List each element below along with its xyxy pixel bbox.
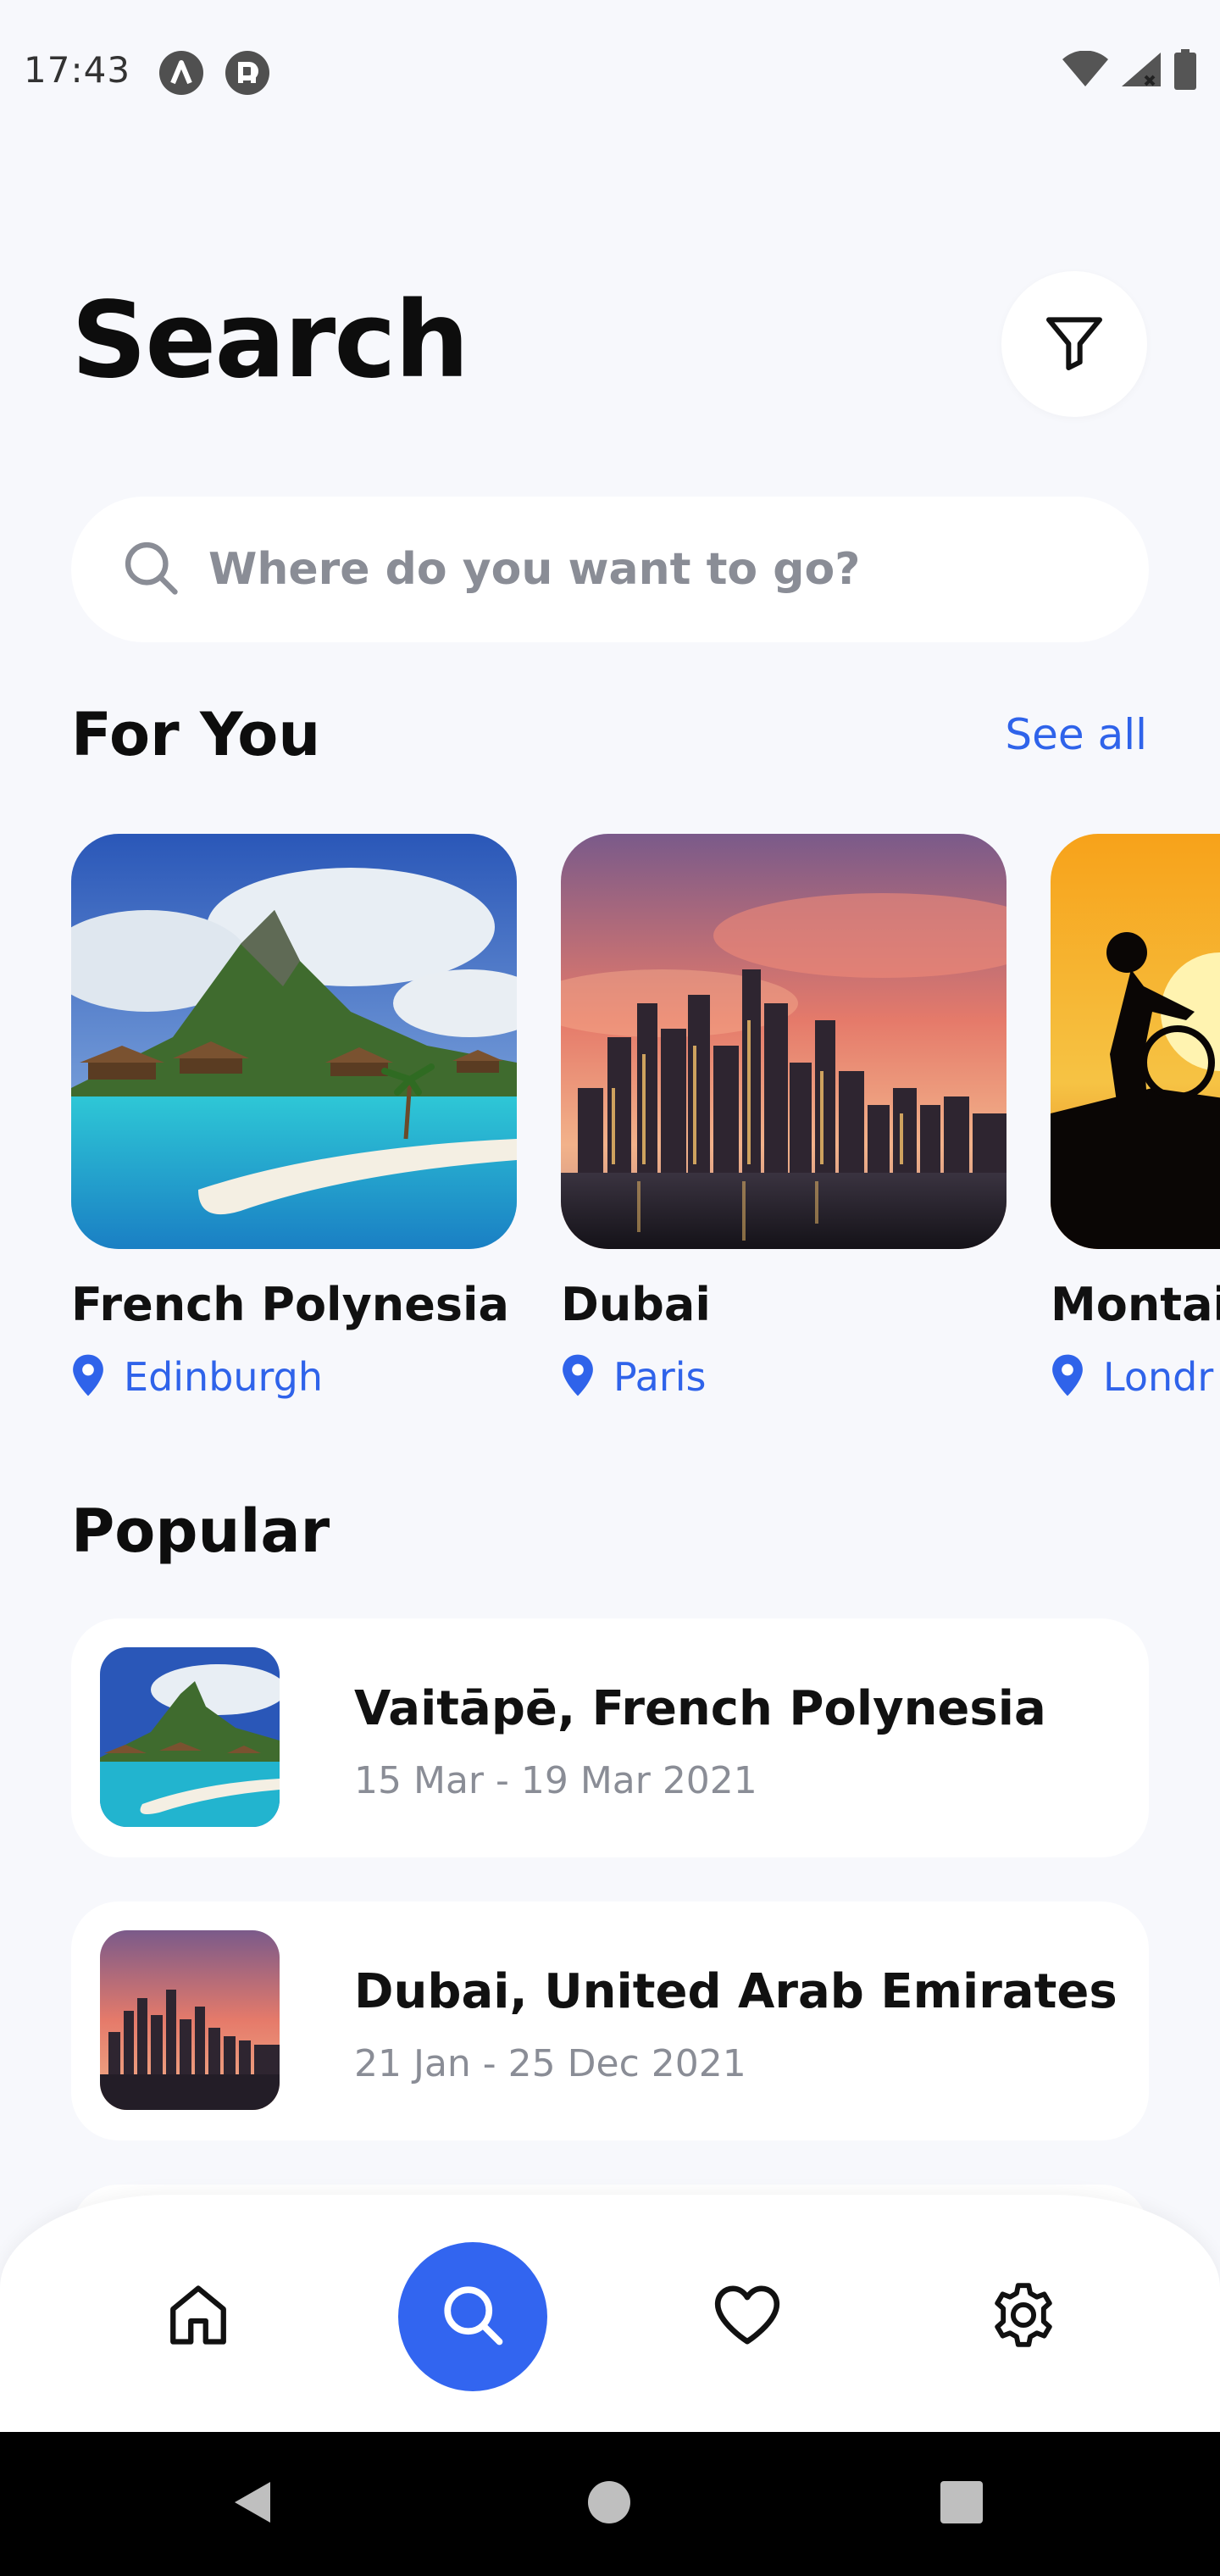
destination-card[interactable]: Dubai Paris [561, 834, 1006, 1401]
status-bar: 17:43 [0, 0, 1220, 144]
list-item-dates: 15 Mar - 19 Mar 2021 [354, 1759, 757, 1802]
search-screen: 17:43 Search For [0, 0, 1220, 2576]
popular-title: Popular [71, 1496, 330, 1566]
location-pin-icon [561, 1353, 595, 1401]
for-you-title: For You [71, 700, 321, 769]
location-pin-icon [71, 1353, 105, 1401]
list-item-title: Dubai, United Arab Emirates [354, 1964, 1117, 2019]
card-location-text: Paris [613, 1354, 707, 1400]
list-item-dates: 21 Jan - 25 Dec 2021 [354, 2042, 746, 2085]
home-system-button[interactable] [580, 2474, 639, 2534]
gear-icon [986, 2278, 1061, 2356]
wifi-icon [1062, 51, 1108, 88]
search-icon [119, 536, 183, 603]
card-location: Edinburgh [71, 1353, 517, 1401]
list-item-title: Vaitāpē, French Polynesia [354, 1681, 1046, 1736]
home-circle-icon [585, 2479, 633, 2529]
polynesia-photo [71, 834, 517, 1249]
nav-favorites-button[interactable] [673, 2242, 822, 2391]
home-icon [163, 2279, 234, 2354]
dubai-photo [100, 1930, 280, 2110]
search-bar[interactable] [71, 497, 1149, 642]
destination-card[interactable]: French Polynesia Edinburgh [71, 834, 517, 1401]
list-item[interactable]: Dubai, United Arab Emirates 21 Jan - 25 … [71, 1901, 1149, 2140]
status-time: 17:43 [24, 49, 131, 91]
nav-search-button[interactable] [398, 2242, 547, 2391]
nav-settings-button[interactable] [949, 2242, 1098, 2391]
card-location: Londr [1051, 1353, 1220, 1401]
recents-square-icon [938, 2479, 985, 2529]
search-icon [437, 2279, 508, 2354]
filter-button[interactable] [1001, 271, 1147, 417]
system-navigation-bar [0, 2432, 1220, 2576]
search-input[interactable] [208, 544, 1056, 595]
card-title: French Polynesia [71, 1278, 509, 1331]
list-item[interactable]: Vaitāpē, French Polynesia 15 Mar - 19 Ma… [71, 1618, 1149, 1857]
app-p-icon [225, 51, 269, 95]
heart-icon [710, 2278, 785, 2356]
filter-icon [1040, 308, 1108, 380]
card-location-text: Edinburgh [124, 1354, 324, 1400]
destination-card[interactable]: Montain Londr [1051, 834, 1220, 1401]
card-location: Paris [561, 1353, 1006, 1401]
back-button[interactable] [224, 2474, 283, 2534]
card-location-text: Londr [1103, 1354, 1214, 1400]
bottom-navigation [0, 2195, 1220, 2432]
battery-icon [1174, 49, 1196, 90]
status-icons [1062, 49, 1196, 90]
nav-home-button[interactable] [124, 2242, 273, 2391]
app-a-icon [159, 51, 203, 95]
location-pin-icon [1051, 1353, 1084, 1401]
dubai-photo [561, 834, 1006, 1249]
recents-button[interactable] [932, 2474, 991, 2534]
signal-icon [1120, 51, 1162, 88]
see-all-link[interactable]: See all [1005, 713, 1147, 756]
card-title: Dubai [561, 1278, 711, 1331]
mountain-bike-photo [1051, 834, 1220, 1249]
back-triangle-icon [230, 2479, 277, 2529]
polynesia-photo [100, 1647, 280, 1827]
page-title: Search [71, 280, 469, 402]
card-title: Montain [1051, 1278, 1220, 1331]
